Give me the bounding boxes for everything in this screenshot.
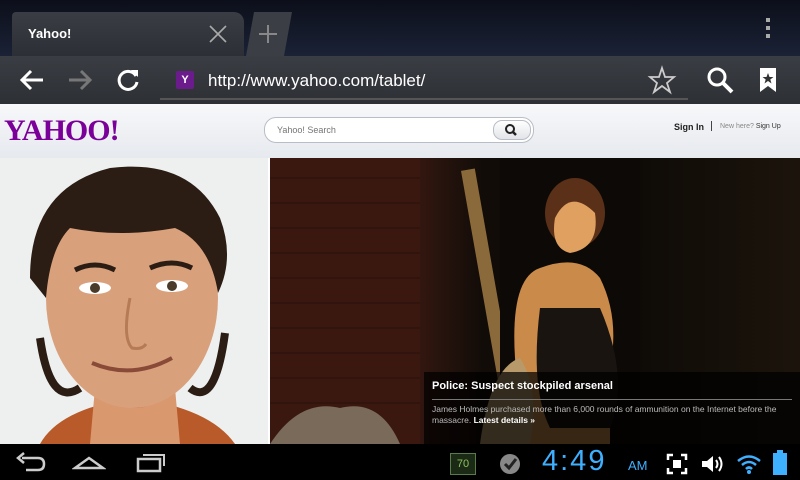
home-nav-icon[interactable]: [72, 450, 106, 474]
volume-icon[interactable]: [700, 452, 726, 476]
sign-in-link[interactable]: Sign In: [674, 122, 704, 132]
search-icon[interactable]: [704, 64, 736, 96]
back-nav-icon[interactable]: [14, 450, 48, 474]
yahoo-logo[interactable]: YAHOO!: [4, 114, 120, 148]
suspect-photo[interactable]: [0, 158, 268, 444]
screenshot-icon[interactable]: [666, 453, 688, 475]
story-summary: James Holmes purchased more than 6,000 r…: [432, 404, 794, 426]
url-bar[interactable]: Y http://www.yahoo.com/tablet/: [160, 62, 688, 100]
search-button[interactable]: [493, 120, 531, 140]
url-text: http://www.yahoo.com/tablet/: [208, 71, 426, 90]
wifi-icon: [737, 455, 761, 474]
notification-badge[interactable]: 70: [450, 453, 476, 475]
forward-arrow-icon[interactable]: [64, 64, 96, 96]
close-tab-icon[interactable]: [208, 24, 228, 44]
yahoo-header: YAHOO! Sign In New here? Sign Up: [0, 104, 800, 159]
bookmarks-icon[interactable]: [752, 64, 784, 96]
navigation-bar: Y http://www.yahoo.com/tablet/: [0, 56, 800, 105]
new-here-label: New here?: [720, 123, 754, 130]
clock-time: 4:49: [542, 445, 607, 477]
caption-divider: [432, 399, 792, 400]
search-icon: [505, 124, 517, 136]
overflow-menu-icon[interactable]: [762, 16, 774, 42]
tab-strip: Yahoo!: [0, 0, 800, 56]
back-arrow-icon[interactable]: [16, 64, 48, 96]
battery-icon: [773, 450, 787, 475]
divider: [711, 121, 712, 131]
latest-details-link[interactable]: Latest details »: [474, 415, 535, 425]
star-icon[interactable]: [646, 64, 678, 96]
new-tab-button[interactable]: [246, 12, 292, 56]
story-headline[interactable]: Police: Suspect stockpiled arsenal: [432, 380, 613, 392]
clock-ampm: AM: [628, 458, 648, 473]
system-bar: 70 4:49 AM: [0, 444, 800, 480]
yahoo-search-box: [264, 117, 534, 143]
sign-up-link[interactable]: Sign Up: [756, 123, 781, 130]
check-notification-icon[interactable]: [498, 452, 522, 476]
story-caption[interactable]: Police: Suspect stockpiled arsenal James…: [424, 372, 800, 444]
recent-apps-icon[interactable]: [134, 450, 168, 474]
search-input[interactable]: [275, 121, 489, 139]
portrait-illustration: [30, 166, 235, 444]
browser-tab[interactable]: Yahoo!: [12, 12, 244, 56]
tab-title: Yahoo!: [28, 26, 72, 41]
plus-icon: [257, 23, 279, 45]
reload-icon[interactable]: [112, 64, 144, 96]
new-here-text: New here? Sign Up: [720, 123, 781, 130]
yahoo-favicon: Y: [176, 71, 194, 89]
